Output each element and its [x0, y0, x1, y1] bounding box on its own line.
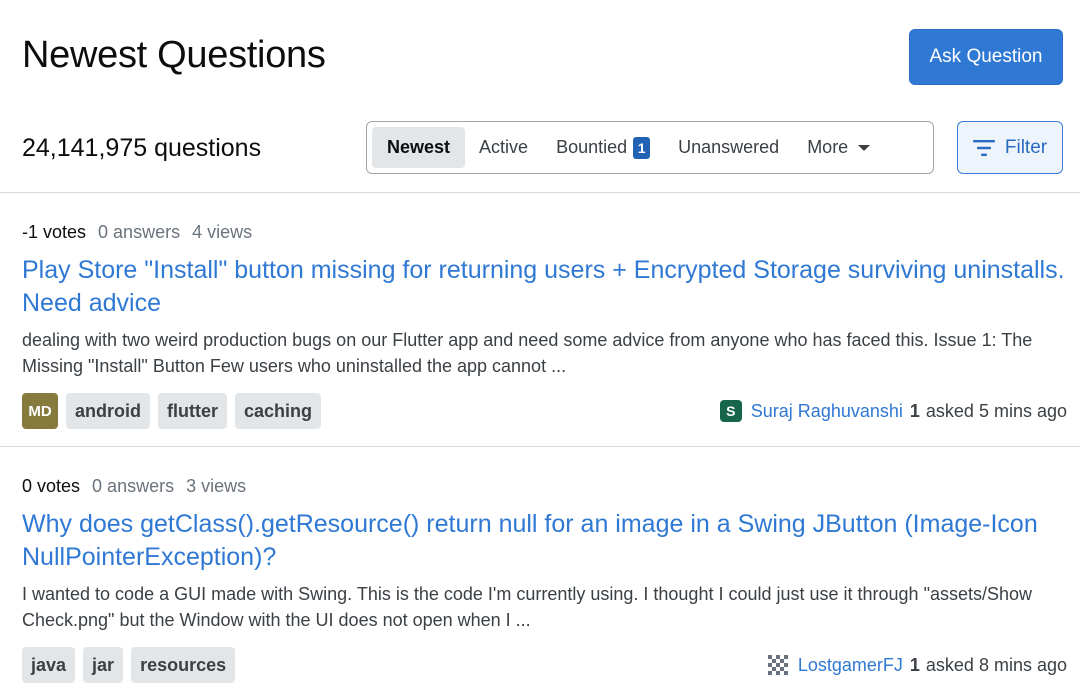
divider — [0, 192, 1080, 193]
tab-label: Newest — [387, 137, 451, 157]
answer-count: 0 answers — [98, 222, 181, 242]
view-count: 3 views — [186, 476, 247, 496]
tab-label: Active — [479, 137, 529, 157]
ask-question-button[interactable]: Ask Question — [909, 29, 1063, 85]
tab-label: Bountied — [556, 137, 628, 157]
filter-icon — [972, 139, 995, 156]
identicon-avatar[interactable] — [766, 654, 789, 676]
user-reputation: 1 — [909, 400, 920, 421]
tab-newest[interactable]: Newest — [372, 127, 466, 168]
divider — [0, 446, 1080, 447]
tab-more[interactable]: More — [793, 127, 884, 168]
filter-button[interactable]: Filter — [957, 121, 1063, 174]
tab-bountied[interactable]: Bountied 1 — [542, 127, 664, 168]
question-stats: -1 votes 0 answers 4 views — [22, 222, 1067, 243]
asked-time: asked 8 mins ago — [925, 654, 1067, 675]
tag-jar[interactable]: jar — [83, 647, 124, 683]
vote-count: -1 votes — [22, 222, 87, 242]
asked-time: asked 5 mins ago — [925, 400, 1067, 421]
question-summary: -1 votes 0 answers 4 views Play Store "I… — [22, 222, 1067, 429]
user-reputation: 1 — [909, 654, 920, 675]
question-title-link[interactable]: Play Store "Install" button missing for … — [22, 254, 1067, 320]
tag-java[interactable]: java — [22, 647, 76, 683]
tag-resources[interactable]: resources — [131, 647, 236, 683]
filter-label: Filter — [1004, 136, 1048, 158]
user-name-link[interactable]: Suraj Raghuvanshi — [751, 401, 903, 422]
question-stats: 0 votes 0 answers 3 views — [22, 476, 1067, 497]
answer-count: 0 answers — [92, 476, 175, 496]
tag-caching[interactable]: caching — [235, 393, 322, 429]
question-title-link[interactable]: Why does getClass().getResource() return… — [22, 508, 1067, 574]
question-count: 24,141,975 questions — [22, 134, 262, 162]
question-summary: 0 votes 0 answers 3 views Why does getCl… — [22, 476, 1067, 683]
sort-tabs: Newest Active Bountied 1 Unanswered More — [366, 121, 934, 174]
user-card: LostgamerFJ 1 asked 8 mins ago — [766, 654, 1067, 676]
user-avatar[interactable]: S — [719, 400, 742, 422]
user-card: S Suraj Raghuvanshi 1 asked 5 mins ago — [719, 400, 1067, 422]
tab-active[interactable]: Active — [465, 127, 542, 168]
question-meta: java jar resources LostgamerFJ 1 asked 8… — [22, 647, 1067, 683]
question-excerpt: dealing with two weird production bugs o… — [22, 330, 1033, 376]
user-name-link[interactable]: LostgamerFJ — [798, 655, 903, 676]
caret-down-icon — [858, 144, 871, 151]
question-excerpt: I wanted to code a GUI made with Swing. … — [22, 584, 1033, 630]
tab-label: Unanswered — [678, 137, 780, 157]
tag-android[interactable]: android — [66, 393, 150, 429]
vote-count: 0 votes — [22, 476, 81, 496]
tab-label: More — [807, 137, 849, 157]
bounty-count-badge: 1 — [633, 136, 651, 159]
page-title: Newest Questions — [22, 34, 326, 76]
tag-flutter[interactable]: flutter — [158, 393, 227, 429]
collective-avatar[interactable]: MD — [22, 393, 58, 429]
question-meta: MD android flutter caching S Suraj Raghu… — [22, 393, 1067, 429]
tab-unanswered[interactable]: Unanswered — [664, 127, 793, 168]
view-count: 4 views — [192, 222, 253, 242]
